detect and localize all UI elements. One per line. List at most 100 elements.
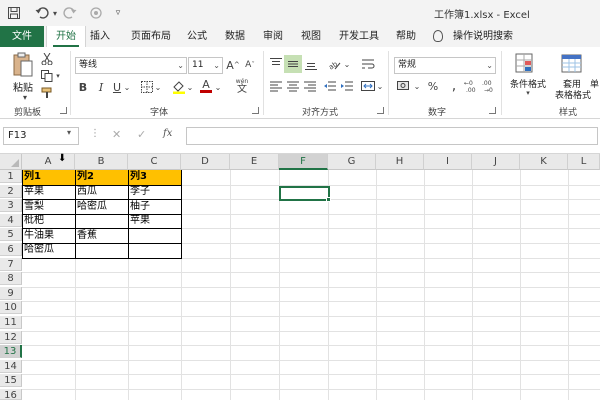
cell-a4[interactable]: 枇杷 [22,214,44,227]
cell-b5[interactable]: 香蕉 [75,229,97,242]
conditional-format-icon[interactable] [514,52,538,76]
fill-handle[interactable] [326,197,331,202]
align-top-icon[interactable] [268,56,284,72]
format-as-table-label-2[interactable]: 表格格式 [551,88,595,101]
currency-dropdown-icon[interactable]: ⌄ [413,79,421,93]
tab-file[interactable]: 文件 [0,26,44,47]
name-box-dropdown-icon[interactable]: ▾ [67,128,71,137]
table-header-cell[interactable]: 列3 [128,170,181,185]
row-header-10[interactable]: 10 [0,301,22,315]
row-header-9[interactable]: 9 [0,286,22,300]
format-as-table-icon[interactable] [560,52,584,76]
font-color-button[interactable]: A [199,78,213,94]
cell-c3[interactable]: 柚子 [128,200,150,213]
confirm-entry-icon[interactable]: ✓ [137,128,146,141]
cell-a5[interactable]: 牛油果 [22,229,54,242]
tab-developer[interactable]: 开发工具 [339,26,379,47]
phonetic-button[interactable]: wén 文 [232,77,252,95]
wrap-text-icon[interactable] [360,56,376,72]
cell-a3[interactable]: 雪梨 [22,200,44,213]
active-cell-selection[interactable] [279,186,330,201]
tab-formulas[interactable]: 公式 [187,26,207,47]
underline-button[interactable]: U [111,79,123,95]
comma-style-icon[interactable]: , [446,78,462,94]
column-header-h[interactable]: H [376,154,424,170]
cell-c4[interactable]: 苹果 [128,214,150,227]
currency-format-icon[interactable] [396,79,414,93]
decrease-font-button[interactable]: Aˇ [243,57,257,73]
font-size-combo[interactable]: 11 ⌄ [188,57,223,74]
redo-icon[interactable] [62,5,78,21]
cell-a2[interactable]: 苹果 [22,185,44,198]
alignment-launcher-icon[interactable] [377,107,384,114]
font-launcher-icon[interactable] [252,107,259,114]
row-header-12[interactable]: 12 [0,330,22,344]
clipboard-launcher-icon[interactable] [60,107,67,114]
row-header-1[interactable]: 1 [0,170,22,183]
table-header-cell[interactable]: 列2 [75,170,128,185]
merge-dropdown-icon[interactable]: ⌄ [376,78,384,94]
tab-help[interactable]: 帮助 [396,26,416,47]
fill-color-dropdown-icon[interactable]: ⌄ [186,80,194,94]
align-left-icon[interactable] [268,78,284,94]
copy-dropdown-icon[interactable]: ▾ [54,71,62,81]
cancel-entry-icon[interactable]: ✕ [112,128,121,141]
insert-function-icon[interactable]: fx [163,128,172,139]
tab-review[interactable]: 审阅 [263,26,283,47]
percent-icon[interactable]: % [426,78,440,94]
table-header-cell[interactable]: 列1 [22,170,75,185]
select-all-corner[interactable] [0,154,22,170]
align-right-icon[interactable] [302,78,318,94]
increase-decimal-icon[interactable]: ←0.00 [464,79,480,93]
borders-icon[interactable] [140,80,154,94]
touch-mode-icon[interactable] [88,5,104,21]
column-header-b[interactable]: B [75,154,128,170]
row-header-3[interactable]: 3 [0,199,22,213]
tab-view[interactable]: 视图 [301,26,321,47]
cell-b2[interactable]: 西瓜 [75,185,97,198]
row-header-7[interactable]: 7 [0,257,22,271]
tab-data[interactable]: 数据 [225,26,245,47]
merge-center-icon[interactable] [360,78,376,94]
conditional-format-button[interactable]: 条件格式 [505,77,551,90]
font-name-combo[interactable]: 等线 ⌄ [75,57,187,74]
bold-button[interactable]: B [77,79,89,95]
customize-qat-icon[interactable]: ▿ [110,5,126,21]
column-header-g[interactable]: G [328,154,376,170]
tab-page-layout[interactable]: 页面布局 [131,26,171,47]
tell-me-search[interactable]: 操作说明搜索 [453,26,513,47]
decrease-indent-icon[interactable] [322,78,338,94]
tab-insert[interactable]: 插入 [90,26,110,47]
increase-font-button[interactable]: A ^ [226,57,240,73]
cell-c2[interactable]: 李子 [128,185,150,198]
column-header-j[interactable]: J [472,154,520,170]
align-center-icon[interactable] [285,78,301,94]
column-header-a[interactable]: A [22,154,75,170]
number-format-combo[interactable]: 常规 ⌄ [394,57,496,74]
column-header-f[interactable]: F [279,154,328,170]
column-header-d[interactable]: D [181,154,230,170]
tab-home[interactable]: 开始 [46,26,86,47]
column-header-l[interactable]: L [568,154,600,170]
save-icon[interactable] [6,5,22,21]
formula-input[interactable] [186,127,598,145]
paste-icon[interactable] [10,51,36,79]
column-header-e[interactable]: E [230,154,279,170]
borders-dropdown-icon[interactable]: ⌄ [154,80,162,94]
cell-b3[interactable]: 哈密瓜 [75,200,107,213]
cell-styles-button[interactable]: 单 [590,77,600,90]
align-middle-icon[interactable] [284,55,302,73]
row-header-15[interactable]: 15 [0,374,22,388]
undo-dropdown-icon[interactable]: ▾ [50,5,60,21]
number-launcher-icon[interactable] [489,107,496,114]
row-header-11[interactable]: 11 [0,316,22,329]
row-header-2[interactable]: 2 [0,184,22,198]
row-header-4[interactable]: 4 [0,213,22,227]
orientation-dropdown-icon[interactable]: ⌄ [343,56,351,72]
decrease-decimal-icon[interactable]: .00 →0 [482,79,498,93]
underline-dropdown-icon[interactable]: ⌄ [123,79,131,95]
row-header-8[interactable]: 8 [0,272,22,286]
align-bottom-icon[interactable] [303,56,319,72]
copy-icon[interactable] [40,69,54,83]
row-header-16[interactable]: 16 [0,389,22,400]
